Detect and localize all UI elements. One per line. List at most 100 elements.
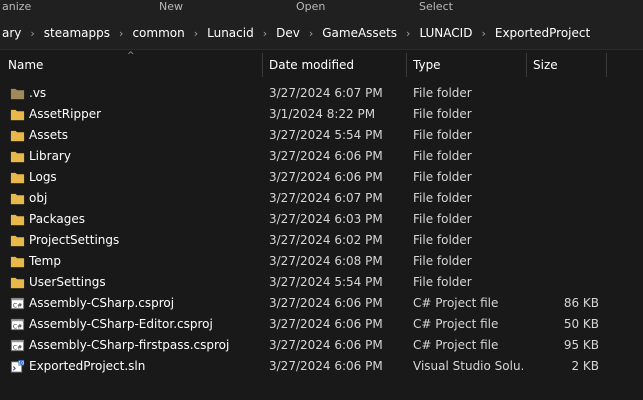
- folder-icon: [10, 191, 25, 206]
- file-date-modified: 3/27/2024 6:07 PM: [269, 86, 383, 100]
- file-row[interactable]: C# Assembly-CSharp.csproj 3/27/2024 6:06 P…: [0, 293, 643, 314]
- folder-icon: [10, 128, 25, 143]
- file-type: File folder: [413, 212, 472, 226]
- folder-hidden-icon: [10, 86, 25, 101]
- chevron-right-icon[interactable]: ›: [474, 27, 492, 40]
- svg-text:C#: C#: [13, 323, 22, 330]
- folder-icon: [10, 107, 25, 122]
- breadcrumb-item[interactable]: Dev: [274, 26, 302, 40]
- breadcrumb: ary › steamapps › common › Lunacid › Dev › GameAss…: [0, 18, 592, 48]
- breadcrumb-item[interactable]: common: [130, 26, 186, 40]
- file-size: 95 KB: [563, 338, 599, 352]
- file-row[interactable]: Library 3/27/2024 6:06 PM File folder: [0, 146, 643, 167]
- file-row[interactable]: .vs 3/27/2024 6:07 PM File folder: [0, 83, 643, 104]
- svg-text:10: 10: [18, 361, 24, 367]
- folder-icon: [10, 275, 25, 290]
- date-column-header[interactable]: Date modified: [269, 50, 354, 80]
- file-date-modified: 3/27/2024 5:54 PM: [269, 275, 383, 289]
- file-name: AssetRipper: [29, 107, 102, 121]
- svg-text:C#: C#: [13, 302, 22, 309]
- file-name: Packages: [29, 212, 85, 226]
- file-type: File folder: [413, 254, 472, 268]
- file-type: C# Project file: [413, 296, 499, 310]
- chevron-right-icon[interactable]: ›: [256, 27, 274, 40]
- open-button[interactable]: Open: [296, 0, 325, 14]
- select-button[interactable]: Select: [419, 0, 453, 14]
- file-row[interactable]: Temp 3/27/2024 6:08 PM File folder: [0, 251, 643, 272]
- file-size: 2 KB: [571, 359, 599, 373]
- name-column-header[interactable]: Name: [8, 50, 43, 80]
- file-row[interactable]: AssetRipper 3/1/2024 8:22 PM File folder: [0, 104, 643, 125]
- sln-file-icon: 10: [10, 359, 25, 374]
- column-divider[interactable]: [526, 53, 527, 77]
- breadcrumb-item[interactable]: GameAssets: [320, 26, 399, 40]
- file-size: 86 KB: [563, 296, 599, 310]
- file-date-modified: 3/27/2024 6:08 PM: [269, 254, 383, 268]
- chevron-right-icon[interactable]: ›: [112, 27, 130, 40]
- file-name: Assembly-CSharp-Editor.csproj: [29, 317, 213, 331]
- file-date-modified: 3/27/2024 6:06 PM: [269, 338, 383, 352]
- file-name: obj: [29, 191, 48, 205]
- file-type: File folder: [413, 86, 472, 100]
- file-name: Library: [29, 149, 71, 163]
- file-name: Assembly-CSharp.csproj: [29, 296, 175, 310]
- column-divider[interactable]: [262, 53, 263, 77]
- folder-icon: [10, 254, 25, 269]
- chevron-right-icon[interactable]: ›: [23, 27, 41, 40]
- column-divider[interactable]: [606, 53, 607, 77]
- file-name: ProjectSettings: [29, 233, 120, 247]
- csproj-file-icon: C#: [10, 338, 25, 353]
- file-row[interactable]: 10 ExportedProject.sln 3/27/2024 6:06 PM Vi…: [0, 356, 643, 377]
- file-name: ExportedProject.sln: [29, 359, 146, 373]
- breadcrumb-item[interactable]: ary: [0, 26, 23, 40]
- folder-icon: [10, 233, 25, 248]
- file-date-modified: 3/27/2024 6:06 PM: [269, 359, 383, 373]
- file-row[interactable]: UserSettings 3/27/2024 5:54 PM File folder: [0, 272, 643, 293]
- address-bar[interactable]: ary › steamapps › common › Lunacid › Dev › GameAss…: [0, 18, 643, 50]
- file-date-modified: 3/27/2024 6:06 PM: [269, 296, 383, 310]
- new-button[interactable]: New: [159, 0, 183, 14]
- breadcrumb-item[interactable]: LUNACID: [417, 26, 474, 40]
- file-type: File folder: [413, 233, 472, 247]
- file-row[interactable]: obj 3/27/2024 6:07 PM File folder: [0, 188, 643, 209]
- file-row[interactable]: Logs 3/27/2024 6:06 PM File folder: [0, 167, 643, 188]
- file-size: 50 KB: [563, 317, 599, 331]
- file-name: Temp: [29, 254, 61, 268]
- svg-text:C#: C#: [13, 344, 22, 351]
- file-type: File folder: [413, 149, 472, 163]
- file-row[interactable]: ProjectSettings 3/27/2024 6:02 PM File fol…: [0, 230, 643, 251]
- file-type: File folder: [413, 107, 472, 121]
- file-name: Logs: [29, 170, 57, 184]
- file-date-modified: 3/27/2024 6:06 PM: [269, 317, 383, 331]
- breadcrumb-item[interactable]: Lunacid: [205, 26, 256, 40]
- csproj-file-icon: C#: [10, 317, 25, 332]
- file-row[interactable]: Packages 3/27/2024 6:03 PM File folder: [0, 209, 643, 230]
- file-date-modified: 3/27/2024 6:02 PM: [269, 233, 383, 247]
- folder-icon: [10, 170, 25, 185]
- file-type: File folder: [413, 191, 472, 205]
- folder-icon: [10, 149, 25, 164]
- breadcrumb-item[interactable]: steamapps: [42, 26, 112, 40]
- file-name: UserSettings: [29, 275, 106, 289]
- file-date-modified: 3/1/2024 8:22 PM: [269, 107, 376, 121]
- file-name: Assets: [29, 128, 69, 142]
- file-row[interactable]: Assets 3/27/2024 5:54 PM File folder: [0, 125, 643, 146]
- chevron-right-icon[interactable]: ›: [399, 27, 417, 40]
- csproj-file-icon: C#: [10, 296, 25, 311]
- breadcrumb-item[interactable]: ExportedProject: [493, 26, 592, 40]
- type-column-header[interactable]: Type: [413, 50, 441, 80]
- file-date-modified: 3/27/2024 6:07 PM: [269, 191, 383, 205]
- file-row[interactable]: C# Assembly-CSharp-firstpass.csproj 3/27/2…: [0, 335, 643, 356]
- column-header: Name ^ Date modified Type Size: [0, 50, 643, 80]
- file-date-modified: 3/27/2024 5:54 PM: [269, 128, 383, 142]
- file-type: File folder: [413, 275, 472, 289]
- size-column-header[interactable]: Size: [533, 50, 558, 80]
- file-type: File folder: [413, 170, 472, 184]
- chevron-right-icon[interactable]: ›: [302, 27, 320, 40]
- file-date-modified: 3/27/2024 6:06 PM: [269, 170, 383, 184]
- column-divider[interactable]: [406, 53, 407, 77]
- file-type: Visual Studio Solu...: [413, 359, 523, 373]
- file-row[interactable]: C# Assembly-CSharp-Editor.csproj 3/27/2024…: [0, 314, 643, 335]
- chevron-right-icon[interactable]: ›: [187, 27, 205, 40]
- organize-button[interactable]: anize: [2, 0, 31, 14]
